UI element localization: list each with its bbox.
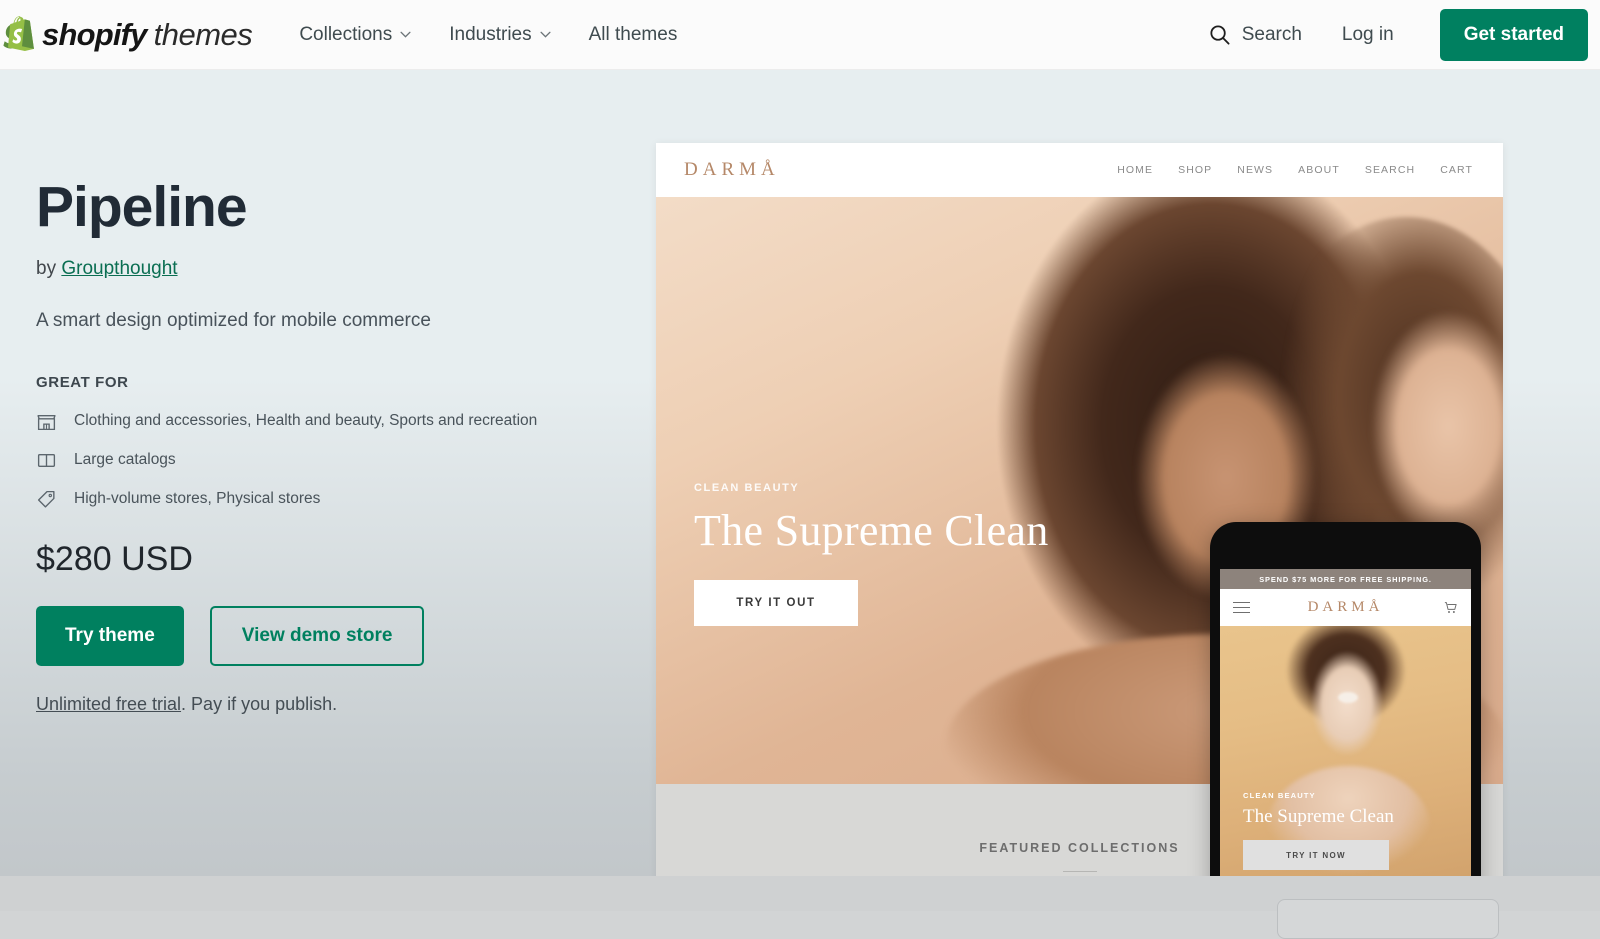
preview-store-nav: DARMÅ HOME SHOP NEWS ABOUT SEARCH CART — [656, 143, 1503, 197]
nav-item-collections[interactable]: Collections — [299, 24, 411, 46]
trial-note-rest: . Pay if you publish. — [181, 693, 338, 714]
nav-item-all-themes[interactable]: All themes — [589, 24, 678, 46]
cta-button-row: Try theme View demo store — [36, 605, 596, 666]
preview-nav-cart[interactable]: CART — [1440, 164, 1473, 176]
mobile-hero-copy: CLEAN BEAUTY The Supreme Clean TRY IT NO… — [1243, 791, 1394, 870]
mobile-hero-headline: The Supreme Clean — [1243, 806, 1394, 827]
preview-store-logo: DARMÅ — [684, 159, 780, 180]
list-item: Large catalogs — [36, 450, 596, 471]
preview-nav-shop[interactable]: SHOP — [1178, 164, 1212, 176]
search-label: Search — [1241, 23, 1302, 45]
chevron-down-icon — [540, 31, 551, 38]
mobile-theme-preview[interactable]: SPEND $75 MORE FOR FREE SHIPPING. DARMÅ … — [1210, 522, 1481, 876]
theme-author-line: by Groupthought — [36, 258, 596, 280]
unlimited-free-trial-link[interactable]: Unlimited free trial — [36, 694, 181, 714]
login-link[interactable]: Log in — [1342, 24, 1394, 46]
chevron-down-icon — [400, 31, 411, 38]
mobile-hero-cta-button[interactable]: TRY IT NOW — [1243, 840, 1389, 870]
page-title: Pipeline — [36, 175, 248, 239]
free-shipping-banner: SPEND $75 MORE FOR FREE SHIPPING. — [1220, 569, 1471, 589]
mobile-hero-eyebrow: CLEAN BEAUTY — [1243, 791, 1316, 800]
theme-price: $280 USD — [36, 539, 193, 578]
shopify-themes-logo[interactable]: shopify themes — [2, 15, 253, 55]
shopify-bag-icon — [3, 15, 34, 51]
phone-screen: SPEND $75 MORE FOR FREE SHIPPING. DARMÅ … — [1220, 569, 1471, 876]
mobile-store-nav: DARMÅ — [1220, 589, 1471, 626]
main-navigation: Collections Industries All themes — [299, 24, 677, 46]
preview-nav-links: HOME SHOP NEWS ABOUT SEARCH CART — [1117, 164, 1473, 176]
theme-author-link[interactable]: Groupthought — [61, 258, 177, 279]
nav-item-industries[interactable]: Industries — [449, 23, 551, 46]
nav-label-industries: Industries — [449, 23, 532, 45]
search-icon — [1210, 25, 1230, 45]
nav-label-all-themes: All themes — [588, 23, 678, 45]
by-prefix: by — [36, 257, 62, 279]
theme-info-column: Pipeline by Groupthought A smart design … — [36, 175, 596, 715]
preview-nav-news[interactable]: NEWS — [1237, 164, 1273, 176]
logo-themes-word: themes — [153, 16, 253, 52]
featured-collections-label: FEATURED COLLECTIONS — [979, 841, 1180, 855]
logo-shopify-word: shopify — [42, 16, 147, 52]
feature-list: Clothing and accessories, Health and bea… — [36, 411, 596, 510]
preview-hero-copy: CLEAN BEAUTY The Supreme Clean TRY IT OU… — [694, 482, 1049, 626]
preview-nav-about[interactable]: ABOUT — [1298, 164, 1340, 176]
nav-label-collections: Collections — [299, 23, 393, 45]
below-fold-card-placeholder — [1277, 899, 1499, 939]
view-demo-store-button[interactable]: View demo store — [209, 605, 425, 666]
mobile-hero-banner: CLEAN BEAUTY The Supreme Clean TRY IT NO… — [1220, 626, 1471, 876]
mobile-model-cream-swipe — [1338, 692, 1358, 703]
great-for-heading: GREAT FOR — [36, 373, 129, 391]
list-item: High-volume stores, Physical stores — [36, 489, 596, 510]
site-header: shopify themes Collections Industries Al… — [0, 0, 1600, 70]
preview-hero-eyebrow: CLEAN BEAUTY — [694, 482, 800, 494]
preview-nav-search[interactable]: SEARCH — [1365, 164, 1415, 176]
theme-tagline: A smart design optimized for mobile comm… — [36, 309, 431, 331]
search-button[interactable]: Search — [1208, 23, 1302, 46]
feature-text: Large catalogs — [74, 451, 176, 469]
divider — [1062, 871, 1097, 872]
tag-icon — [37, 490, 55, 508]
list-item: Clothing and accessories, Health and bea… — [36, 411, 596, 432]
get-started-button[interactable]: Get started — [1439, 8, 1588, 61]
mobile-store-logo: DARMÅ — [1307, 599, 1384, 615]
header-actions: Search Log in Get started — [1208, 8, 1600, 61]
hero-section: Pipeline by Groupthought A smart design … — [0, 70, 1600, 876]
feature-text: High-volume stores, Physical stores — [74, 490, 321, 508]
preview-nav-home[interactable]: HOME — [1117, 164, 1153, 176]
preview-hero-cta-button[interactable]: TRY IT OUT — [694, 580, 858, 626]
store-icon — [37, 414, 56, 430]
feature-text: Clothing and accessories, Health and bea… — [74, 412, 538, 430]
try-theme-button[interactable]: Try theme — [36, 605, 184, 666]
book-icon — [37, 453, 56, 467]
trial-note: Unlimited free trial. Pay if you publish… — [36, 694, 596, 715]
free-shipping-text: SPEND $75 MORE FOR FREE SHIPPING. — [1259, 574, 1432, 584]
preview-hero-headline: The Supreme Clean — [694, 506, 1049, 555]
